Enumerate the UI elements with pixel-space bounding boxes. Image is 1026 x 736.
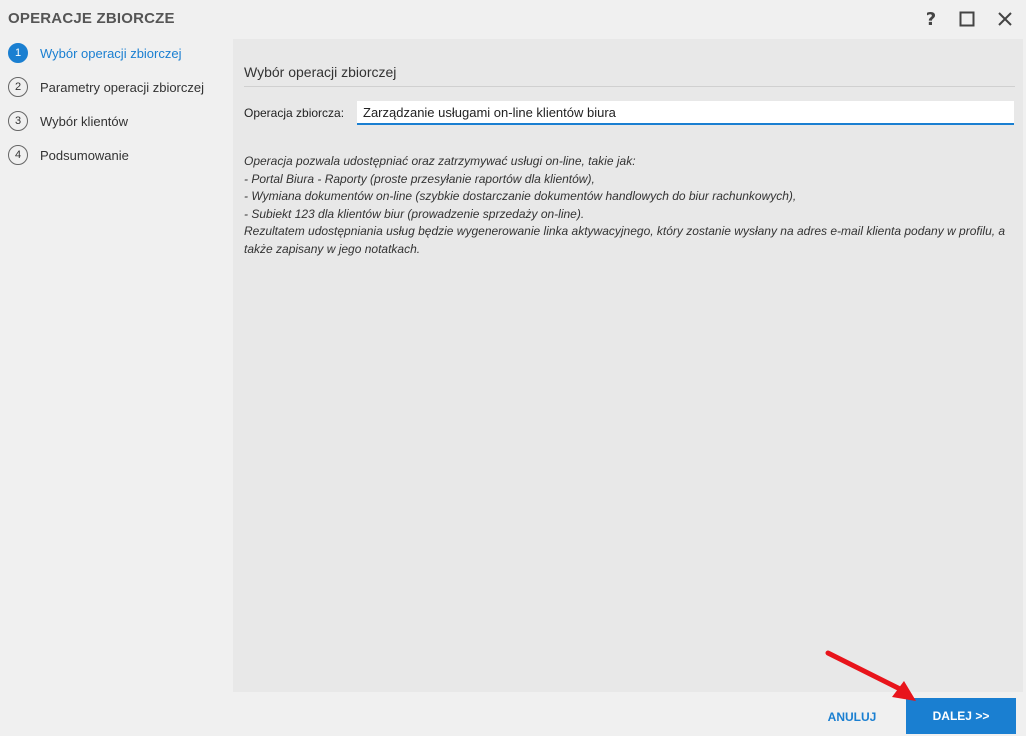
- step-number: 4: [8, 145, 28, 165]
- step-3-clients[interactable]: 3 Wybór klientów: [8, 108, 228, 134]
- operation-select[interactable]: Zarządzanie usługami on-line klientów bi…: [357, 101, 1014, 125]
- step-label: Wybór klientów: [40, 113, 129, 129]
- section-divider: [244, 86, 1015, 87]
- step-number: 3: [8, 111, 28, 131]
- description-line: - Wymiana dokumentów on-line (szybkie do…: [244, 189, 797, 203]
- section-title: Wybór operacji zbiorczej: [244, 64, 397, 80]
- operation-field-label: Operacja zbiorcza:: [244, 106, 345, 120]
- description-line: Operacja pozwala udostępniać oraz zatrzy…: [244, 154, 636, 168]
- title-bar: OPERACJE ZBIORCZE ?: [0, 0, 1026, 38]
- step-1-operation-choice[interactable]: 1 Wybór operacji zbiorczej: [8, 40, 228, 66]
- step-4-summary[interactable]: 4 Podsumowanie: [8, 142, 228, 168]
- next-button[interactable]: DALEJ >>: [906, 698, 1016, 734]
- window-title: OPERACJE ZBIORCZE: [8, 10, 175, 27]
- description-line: Rezultatem udostępniania usług będzie wy…: [244, 224, 1009, 256]
- description-line: - Portal Biura - Raporty (proste przesył…: [244, 171, 595, 186]
- step-label: Podsumowanie: [40, 147, 129, 163]
- step-label: Wybór operacji zbiorczej: [40, 45, 182, 61]
- cancel-button[interactable]: ANULUJ: [814, 700, 890, 734]
- step-number: 2: [8, 77, 28, 97]
- operation-description: Operacja pozwala udostępniać oraz zatrzy…: [244, 153, 1019, 258]
- operation-select-value: Zarządzanie usługami on-line klientów bi…: [363, 104, 616, 120]
- step-2-parameters[interactable]: 2 Parametry operacji zbiorczej: [8, 74, 228, 100]
- close-icon[interactable]: [992, 6, 1018, 32]
- step-number: 1: [8, 43, 28, 63]
- step-label: Parametry operacji zbiorczej: [40, 79, 205, 95]
- description-line: - Subiekt 123 dla klientów biur (prowadz…: [244, 206, 585, 221]
- help-icon[interactable]: ?: [918, 6, 944, 32]
- maximize-icon[interactable]: [954, 6, 980, 32]
- main-panel: Wybór operacji zbiorczej Operacja zbiorc…: [233, 39, 1023, 692]
